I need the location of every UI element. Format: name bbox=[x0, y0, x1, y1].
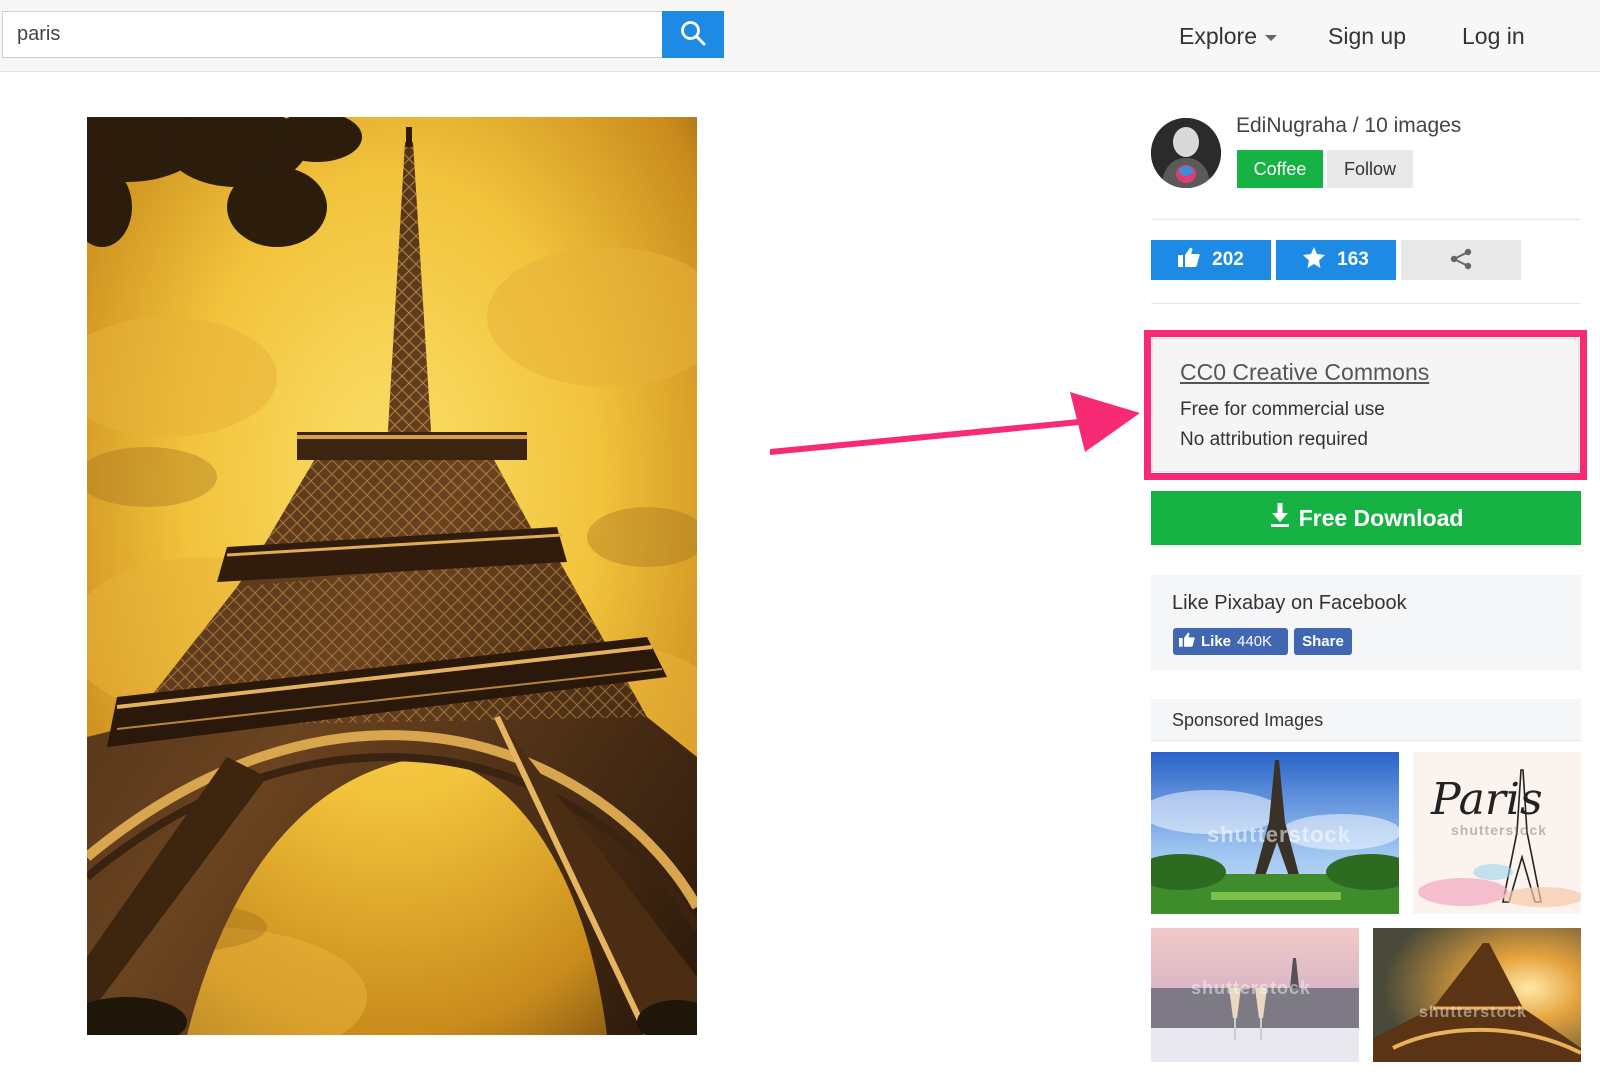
search-input[interactable] bbox=[2, 11, 662, 58]
author-name[interactable]: EdiNugraha / 10 images bbox=[1236, 114, 1461, 138]
star-icon bbox=[1303, 246, 1326, 274]
top-bar: Explore Sign up Log in bbox=[0, 0, 1600, 72]
share-icon bbox=[1449, 247, 1473, 274]
nav-login[interactable]: Log in bbox=[1462, 0, 1525, 72]
license-attribution-text: No attribution required bbox=[1180, 429, 1368, 450]
pointer-arrow bbox=[767, 380, 1150, 475]
sponsored-image[interactable]: Paris shutterstock bbox=[1413, 752, 1581, 914]
main-photo[interactable] bbox=[87, 117, 697, 1035]
like-button[interactable]: 202 bbox=[1151, 240, 1271, 280]
sponsored-image[interactable]: shutterstock bbox=[1151, 928, 1359, 1062]
sponsored-title: Sponsored Images bbox=[1172, 710, 1324, 730]
chevron-down-icon bbox=[1264, 34, 1277, 41]
follow-button[interactable]: Follow bbox=[1327, 150, 1413, 188]
facebook-share-button[interactable]: Share bbox=[1294, 628, 1352, 655]
favorite-count: 163 bbox=[1337, 249, 1369, 270]
divider bbox=[1151, 303, 1581, 304]
watermark-text: shutterstock bbox=[1207, 822, 1352, 847]
avatar[interactable] bbox=[1151, 118, 1221, 188]
nav-explore[interactable]: Explore bbox=[1179, 0, 1277, 72]
search-button[interactable] bbox=[662, 11, 724, 58]
free-download-button[interactable]: Free Download bbox=[1151, 491, 1581, 545]
share-button[interactable] bbox=[1401, 240, 1521, 280]
license-link[interactable]: CC0 Creative Commons bbox=[1180, 359, 1429, 386]
search-icon bbox=[680, 20, 706, 49]
watermark-text: shutterstock bbox=[1191, 978, 1312, 998]
facebook-box bbox=[1151, 575, 1581, 670]
favorite-button[interactable]: 163 bbox=[1276, 240, 1396, 280]
divider bbox=[1151, 219, 1581, 220]
download-icon bbox=[1269, 503, 1291, 533]
facebook-like-button[interactable]: Like 440K bbox=[1173, 628, 1288, 655]
watermark-text: shutterstock bbox=[1419, 1004, 1528, 1021]
sponsored-image[interactable]: shutterstock bbox=[1151, 752, 1399, 914]
like-count: 202 bbox=[1212, 249, 1244, 270]
paris-script-text: Paris bbox=[1431, 774, 1543, 825]
coffee-button[interactable]: Coffee bbox=[1237, 150, 1323, 188]
facebook-like-label: Like bbox=[1201, 633, 1232, 650]
thumbs-up-icon bbox=[1178, 247, 1200, 273]
facebook-like-count: 440K bbox=[1237, 633, 1273, 650]
facebook-title: Like Pixabay on Facebook bbox=[1172, 592, 1407, 614]
watermark-text: shutterstock bbox=[1451, 822, 1548, 838]
nav-explore-label: Explore bbox=[1179, 22, 1257, 49]
nav-signup[interactable]: Sign up bbox=[1328, 0, 1406, 72]
license-commercial-text: Free for commercial use bbox=[1180, 399, 1385, 420]
sponsored-image[interactable]: shutterstock bbox=[1373, 928, 1581, 1062]
thumbs-up-icon bbox=[1179, 632, 1195, 651]
free-download-label: Free Download bbox=[1298, 504, 1464, 531]
